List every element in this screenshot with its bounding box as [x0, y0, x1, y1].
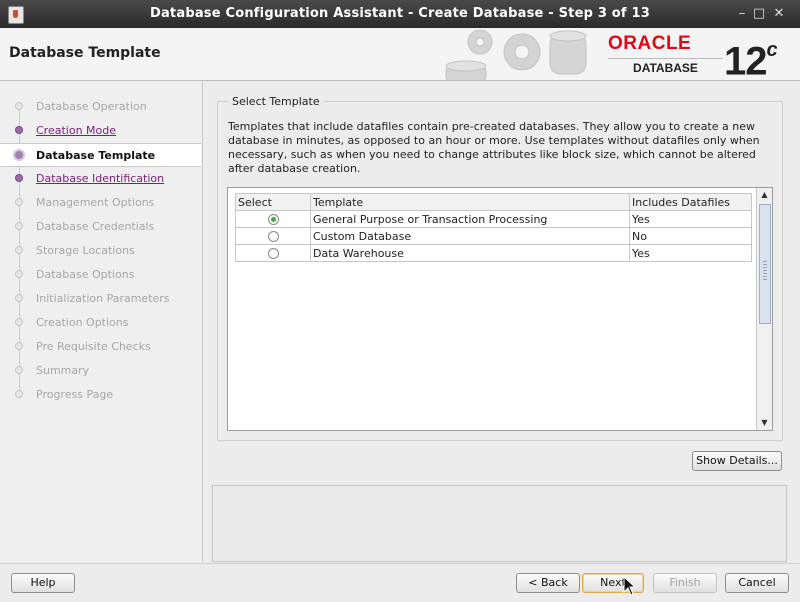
- scrollbar-thumb[interactable]: [759, 204, 771, 324]
- step-dot-icon: [15, 198, 23, 206]
- step-summary: Summary: [0, 359, 201, 383]
- template-radio-selected[interactable]: [267, 214, 279, 225]
- step-progress-page: Progress Page: [0, 383, 201, 407]
- step-dot-icon: [15, 366, 23, 374]
- step-dot-icon: [15, 222, 23, 230]
- group-legend: Select Template: [228, 95, 324, 108]
- step-label: Database Operation: [36, 100, 147, 113]
- minimize-icon[interactable]: –: [735, 6, 749, 21]
- maximize-icon[interactable]: □: [752, 6, 766, 21]
- scroll-down-arrow-icon[interactable]: ▼: [757, 416, 772, 430]
- cancel-button[interactable]: Cancel: [725, 573, 789, 593]
- datafiles-cell: Yes: [629, 244, 752, 262]
- back-button[interactable]: < Back: [516, 573, 580, 593]
- select-cell[interactable]: [235, 244, 311, 262]
- step-database-credentials: Database Credentials: [0, 215, 201, 239]
- datafiles-cell: Yes: [629, 210, 752, 228]
- step-current-icon: [13, 149, 25, 161]
- table-row[interactable]: General Purpose or Transaction Processin…: [235, 210, 752, 228]
- template-table-container: Select Template Includes Datafiles Gener…: [227, 187, 773, 431]
- template-description: Templates that include datafiles contain…: [228, 120, 760, 175]
- step-dot-icon: [15, 174, 23, 182]
- column-header-includes-datafiles[interactable]: Includes Datafiles: [629, 193, 752, 211]
- step-label: Database Template: [36, 149, 156, 162]
- step-dot-icon: [15, 390, 23, 398]
- details-message-area: [212, 485, 787, 562]
- window-title: Database Configuration Assistant - Creat…: [149, 6, 651, 21]
- scrollbar-grip: [763, 261, 767, 281]
- finish-button[interactable]: Finish: [653, 573, 717, 593]
- step-initialization-parameters: Initialization Parameters: [0, 287, 201, 311]
- step-dot-icon: [15, 126, 23, 134]
- column-header-select[interactable]: Select: [235, 193, 311, 211]
- step-dot-icon: [15, 270, 23, 278]
- help-button[interactable]: Help: [11, 573, 75, 593]
- column-header-template[interactable]: Template: [310, 193, 630, 211]
- logo-product: DATABASE: [608, 58, 723, 75]
- step-database-options: Database Options: [0, 263, 201, 287]
- step-label: Database Credentials: [36, 220, 155, 233]
- step-pre-requisite-checks: Pre Requisite Checks: [0, 335, 201, 359]
- step-creation-mode[interactable]: Creation Mode: [0, 119, 201, 143]
- step-dot-icon: [15, 342, 23, 350]
- step-label: Creation Options: [36, 316, 129, 329]
- step-creation-options: Creation Options: [0, 311, 201, 335]
- template-radio[interactable]: [267, 248, 279, 259]
- steps-panel: Database Operation Creation Mode Databas…: [0, 82, 203, 562]
- step-label: Progress Page: [36, 388, 114, 401]
- table-row[interactable]: Custom Database No: [235, 227, 752, 245]
- window-title-bar: Database Configuration Assistant - Creat…: [0, 0, 800, 28]
- template-cell[interactable]: Custom Database: [310, 227, 630, 245]
- select-cell[interactable]: [235, 227, 311, 245]
- mouse-pointer-icon: [623, 576, 637, 596]
- step-dot-icon: [15, 318, 23, 326]
- step-label: Initialization Parameters: [36, 292, 170, 305]
- step-label[interactable]: Database Identification: [36, 172, 164, 185]
- scroll-up-arrow-icon[interactable]: ▲: [757, 188, 772, 202]
- version-suffix: c: [766, 39, 778, 61]
- logo-version: 12c: [724, 32, 778, 81]
- step-management-options: Management Options: [0, 191, 201, 215]
- step-dot-icon: [15, 294, 23, 302]
- logo-brand: ORACLE: [608, 33, 692, 54]
- step-label: Summary: [36, 364, 90, 377]
- version-number: 12: [724, 39, 767, 81]
- table-row[interactable]: Data Warehouse Yes: [235, 244, 752, 262]
- step-database-template: Database Template: [0, 143, 201, 167]
- step-database-identification[interactable]: Database Identification: [0, 167, 201, 191]
- table-vertical-scrollbar[interactable]: ▲ ▼: [756, 188, 772, 430]
- select-cell[interactable]: [235, 210, 311, 228]
- template-table: Select Template Includes Datafiles Gener…: [235, 193, 752, 262]
- bottom-separator: [0, 563, 800, 564]
- step-label: Management Options: [36, 196, 155, 209]
- template-cell[interactable]: General Purpose or Transaction Processin…: [310, 210, 630, 228]
- page-header: Database Template ORACLE DATABASE 12c: [0, 28, 800, 81]
- template-radio[interactable]: [267, 231, 279, 242]
- step-label: Database Options: [36, 268, 135, 281]
- table-header-row: Select Template Includes Datafiles: [235, 193, 752, 211]
- close-icon[interactable]: ✕: [772, 6, 786, 21]
- template-cell[interactable]: Data Warehouse: [310, 244, 630, 262]
- step-label[interactable]: Creation Mode: [36, 124, 116, 137]
- step-dot-icon: [15, 246, 23, 254]
- oracle-database-logo: ORACLE DATABASE: [608, 34, 723, 76]
- step-database-operation: Database Operation: [0, 95, 201, 119]
- step-storage-locations: Storage Locations: [0, 239, 201, 263]
- show-details-button[interactable]: Show Details...: [692, 451, 782, 471]
- datafiles-cell: No: [629, 227, 752, 245]
- step-label: Storage Locations: [36, 244, 135, 257]
- step-label: Pre Requisite Checks: [36, 340, 151, 353]
- gears-decoration-icon: [445, 29, 587, 80]
- step-dot-icon: [15, 102, 23, 110]
- page-title: Database Template: [9, 45, 161, 61]
